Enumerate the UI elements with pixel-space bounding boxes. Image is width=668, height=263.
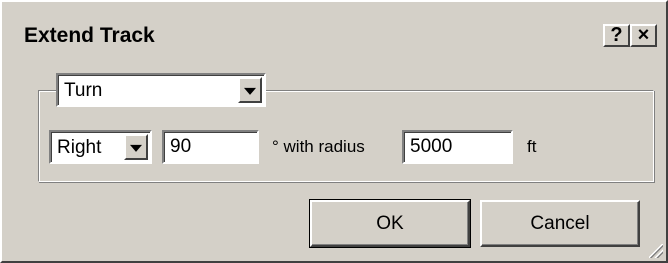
angle-input[interactable]: 90 (162, 130, 259, 164)
chevron-down-icon[interactable] (124, 134, 148, 160)
close-button[interactable]: × (630, 24, 657, 47)
radius-input[interactable]: 5000 (402, 130, 513, 164)
cancel-button[interactable]: Cancel (480, 200, 640, 247)
dialog-title: Extend Track (24, 24, 155, 47)
mode-dropdown[interactable]: Turn (56, 73, 266, 107)
extend-track-dialog: Extend Track ? × Turn Right 90 ° with ra… (0, 0, 668, 263)
direction-dropdown[interactable]: Right (49, 130, 152, 164)
unit-label: ft (527, 137, 537, 156)
help-button[interactable]: ? (603, 24, 630, 47)
ok-button[interactable]: OK (309, 199, 471, 248)
mode-dropdown-value: Turn (64, 80, 103, 101)
degree-with-radius-label: ° with radius (272, 137, 365, 156)
resize-grip-icon[interactable] (649, 244, 663, 258)
chevron-down-icon[interactable] (238, 77, 262, 103)
direction-dropdown-value: Right (57, 137, 102, 158)
